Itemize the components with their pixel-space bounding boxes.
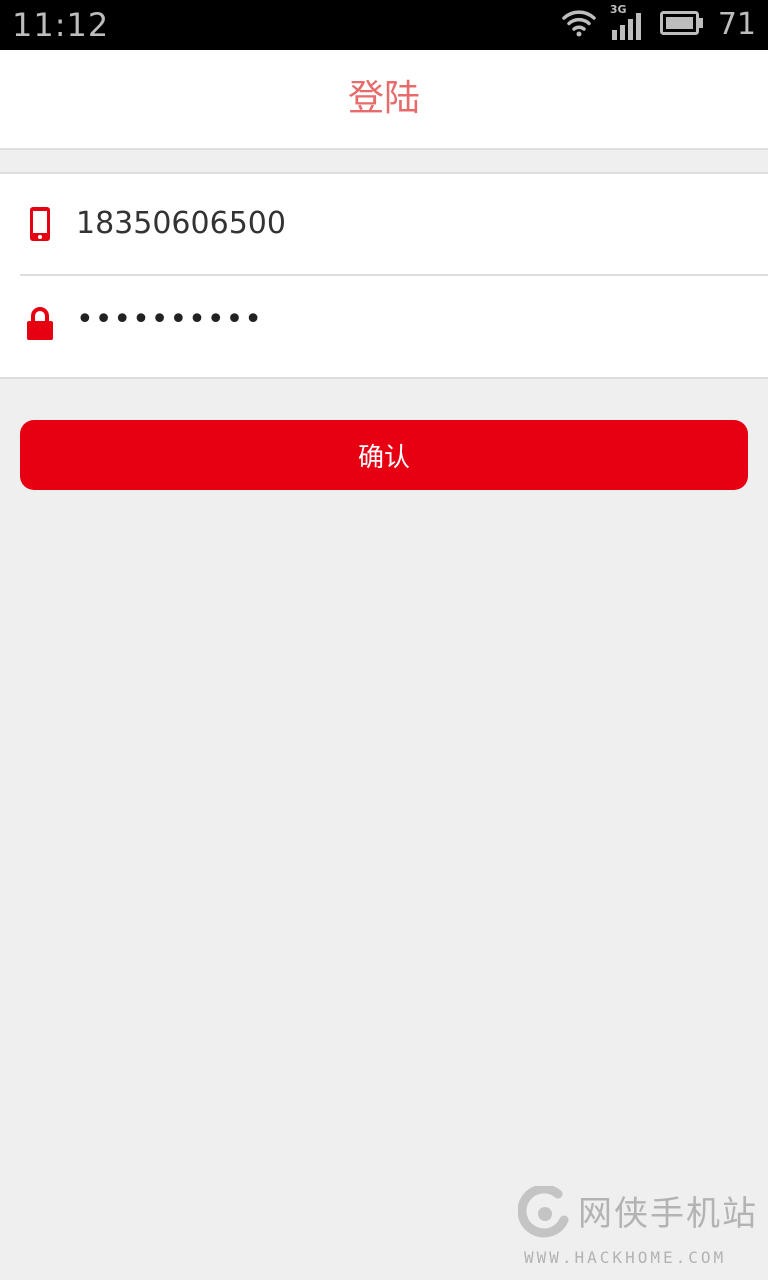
- login-form: 18350606500 ••••••••••: [0, 172, 768, 379]
- phone-icon: [26, 206, 54, 242]
- watermark-url: WWW.HACKHOME.COM: [524, 1248, 727, 1267]
- status-icons: 3G 71: [562, 4, 756, 44]
- watermark-logo-icon: [517, 1184, 572, 1240]
- battery-icon: [659, 11, 704, 39]
- watermark: 网侠手机站 WWW.HACKHOME.COM: [517, 1184, 762, 1276]
- page-title: 登陆: [347, 78, 420, 119]
- lock-icon: [26, 306, 54, 342]
- password-field[interactable]: ••••••••••: [0, 276, 768, 376]
- signal-icon: 3G: [610, 4, 646, 40]
- title-bar: 登陆: [0, 50, 768, 150]
- confirm-button[interactable]: 确认: [20, 420, 748, 490]
- phone-field[interactable]: 18350606500: [0, 174, 768, 276]
- password-input-value[interactable]: ••••••••••: [76, 300, 263, 340]
- status-time: 11:12: [12, 6, 110, 44]
- watermark-site-name: 网侠手机站: [578, 1194, 758, 1234]
- wifi-icon: [562, 9, 596, 41]
- status-bar: 11:12 3G 71: [0, 0, 768, 50]
- battery-percent: 71: [717, 7, 756, 42]
- phone-input-value[interactable]: 18350606500: [76, 204, 286, 244]
